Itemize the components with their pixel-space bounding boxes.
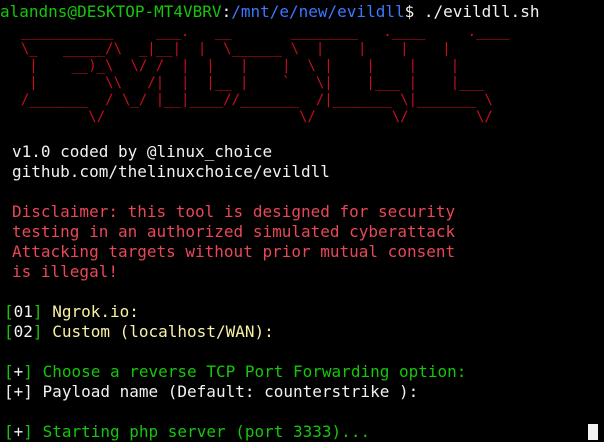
terminal-cursor (588, 424, 598, 440)
prompt-user-host: alandns@DESKTOP-MT4VBRV (0, 2, 222, 21)
prompt-separator: : (221, 2, 232, 21)
menu-option-number: 02 (13, 322, 33, 341)
menu-option-custom: [02] Custom (localhost/WAN): (4, 322, 274, 341)
port-option-message: [+] Choose a reverse TCP Port Forwarding… (4, 362, 467, 381)
php-server-status: [+] Starting php server (port 3333)... (4, 422, 371, 441)
disclaimer-line-2: testing in an authorized simulated cyber… (12, 222, 456, 241)
prompt-path: /mnt/e/new/evildll (231, 2, 405, 21)
github-url: github.com/thelinuxchoice/evildll (12, 162, 330, 181)
prompt-command: ./evildll.sh (423, 2, 540, 21)
disclaimer-line-3: Attacking targets without prior mutual c… (12, 242, 456, 261)
port-option-text: Choose a reverse TCP Port Forwarding opt… (42, 362, 467, 381)
php-server-text: Starting php server (port 3333)... (42, 422, 371, 441)
version-credit: v1.0 coded by @linux_choice (12, 142, 273, 161)
shell-prompt-line: alandns@DESKTOP-MT4VBRV:/mnt/e/new/evild… (0, 2, 539, 22)
menu-option-ngrok: [01] Ngrok.io: (4, 302, 139, 321)
ascii-banner-logo: ___________ ___. __ ________ .____ .____… (20, 24, 510, 125)
disclaimer-line-1: Disclaimer: this tool is designed for se… (12, 202, 456, 221)
menu-option-label: Ngrok.io: (52, 302, 139, 321)
menu-option-label: Custom (localhost/WAN): (52, 322, 274, 341)
menu-option-number: 01 (13, 302, 33, 321)
payload-name-text: Payload name (Default: counterstrike ): (42, 382, 419, 401)
disclaimer-line-4: is illegal! (12, 262, 118, 281)
prompt-suffix: $ (404, 2, 424, 21)
payload-name-prompt: [+] Payload name (Default: counterstrike… (4, 382, 419, 401)
